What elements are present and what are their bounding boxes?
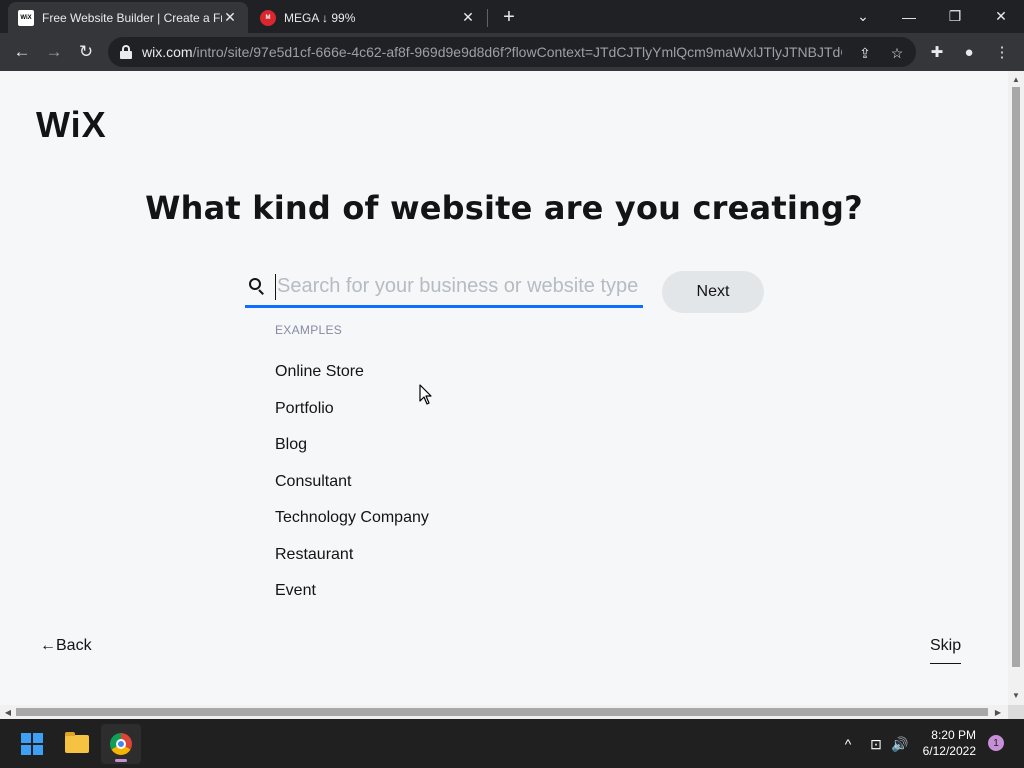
chevron-up-icon[interactable]: ^ bbox=[838, 734, 858, 754]
bookmark-star-icon[interactable]: ☆ bbox=[888, 44, 906, 62]
page-viewport: WiX What kind of website are you creatin… bbox=[0, 71, 1008, 705]
address-bar[interactable]: wix.com/intro/site/97e5d1cf-666e-4c62-af… bbox=[108, 37, 916, 67]
horizontal-scrollbar[interactable]: ◀ ▶ bbox=[0, 705, 1008, 719]
example-item-event[interactable]: Event bbox=[275, 573, 429, 610]
forward-arrow-icon[interactable]: → bbox=[40, 38, 68, 66]
search-icon bbox=[249, 277, 267, 296]
wix-logo[interactable]: WiX bbox=[36, 104, 107, 146]
back-arrow-icon[interactable]: ← bbox=[8, 38, 36, 66]
close-icon[interactable]: ✕ bbox=[222, 9, 238, 26]
clock[interactable]: 8:20 PM 6/12/2022 bbox=[916, 727, 976, 759]
vertical-scroll-thumb[interactable] bbox=[1012, 87, 1020, 667]
volume-icon[interactable]: 🔊 bbox=[890, 734, 910, 754]
tab-title: MEGA ↓ 99% bbox=[284, 10, 356, 25]
example-item-online-store[interactable]: Online Store bbox=[275, 354, 429, 391]
examples-list: Online Store Portfolio Blog Consultant T… bbox=[275, 354, 429, 610]
url-text[interactable]: wix.com/intro/site/97e5d1cf-666e-4c62-af… bbox=[142, 44, 842, 60]
tab-search-icon[interactable]: ⌄ bbox=[840, 0, 886, 33]
vertical-scrollbar[interactable]: ▲ ▼ bbox=[1008, 71, 1024, 705]
tab-wix[interactable]: WiX Free Website Builder | Create a Fr ✕ bbox=[8, 2, 248, 33]
skip-link[interactable]: Skip bbox=[930, 637, 962, 664]
tab-separator bbox=[487, 9, 488, 27]
mouse-cursor-icon bbox=[419, 384, 432, 405]
scrollbar-corner bbox=[1008, 705, 1024, 719]
taskbar: ^ ⊡ 🔊 8:20 PM 6/12/2022 1 bbox=[0, 719, 1024, 768]
example-item-consultant[interactable]: Consultant bbox=[275, 464, 429, 501]
url-path: /intro/site/97e5d1cf-666e-4c62-af8f-969d… bbox=[192, 44, 842, 60]
tab-title: Free Website Builder | Create a Fr bbox=[42, 10, 222, 25]
file-explorer-button[interactable] bbox=[57, 724, 97, 764]
scroll-right-icon[interactable]: ▶ bbox=[991, 705, 1005, 719]
wix-favicon: WiX bbox=[18, 9, 34, 26]
network-icon[interactable]: ⊡ bbox=[866, 734, 886, 754]
url-host: wix.com bbox=[142, 44, 193, 60]
example-item-technology-company[interactable]: Technology Company bbox=[275, 500, 429, 537]
clock-time: 8:20 PM bbox=[931, 728, 976, 742]
new-tab-button[interactable]: + bbox=[498, 6, 520, 28]
active-app-indicator bbox=[115, 759, 127, 762]
scroll-up-icon[interactable]: ▲ bbox=[1008, 72, 1024, 86]
back-link[interactable]: ←Back bbox=[40, 637, 92, 655]
lock-icon[interactable] bbox=[120, 45, 132, 59]
example-item-portfolio[interactable]: Portfolio bbox=[275, 391, 429, 428]
examples-label: EXAMPLES bbox=[275, 323, 343, 337]
reload-icon[interactable]: ↻ bbox=[72, 38, 100, 66]
tab-mega[interactable]: M MEGA ↓ 99% ✕ bbox=[250, 2, 486, 33]
next-button[interactable]: Next bbox=[662, 271, 764, 313]
windows-logo-icon bbox=[21, 733, 43, 755]
mega-favicon: M bbox=[260, 9, 276, 26]
scroll-left-icon[interactable]: ◀ bbox=[1, 705, 15, 719]
horizontal-scroll-thumb[interactable] bbox=[16, 708, 988, 716]
tab-strip: WiX Free Website Builder | Create a Fr ✕… bbox=[0, 0, 1024, 33]
start-button[interactable] bbox=[12, 724, 52, 764]
browser-toolbar: ← → ↻ wix.com/intro/site/97e5d1cf-666e-4… bbox=[0, 33, 1024, 71]
profile-icon[interactable]: ● bbox=[959, 42, 979, 62]
folder-icon bbox=[65, 732, 89, 753]
page-title: What kind of website are you creating? bbox=[145, 189, 863, 227]
example-item-restaurant[interactable]: Restaurant bbox=[275, 537, 429, 574]
window-close-button[interactable]: ✕ bbox=[978, 0, 1024, 33]
restore-button[interactable]: ❐ bbox=[932, 0, 978, 33]
close-icon[interactable]: ✕ bbox=[460, 9, 476, 26]
share-icon[interactable]: ⇪ bbox=[856, 44, 874, 62]
menu-icon[interactable]: ⋮ bbox=[992, 42, 1012, 62]
example-item-blog[interactable]: Blog bbox=[275, 427, 429, 464]
chrome-icon bbox=[110, 733, 132, 755]
clock-date: 6/12/2022 bbox=[922, 744, 976, 758]
extensions-icon[interactable]: ✚ bbox=[927, 42, 947, 62]
chrome-taskbar-button[interactable] bbox=[101, 724, 141, 764]
minimize-button[interactable]: — bbox=[886, 0, 932, 33]
scroll-down-icon[interactable]: ▼ bbox=[1008, 688, 1024, 702]
notification-badge[interactable]: 1 bbox=[988, 735, 1004, 751]
search-input[interactable] bbox=[275, 273, 641, 300]
search-field[interactable] bbox=[245, 268, 643, 308]
